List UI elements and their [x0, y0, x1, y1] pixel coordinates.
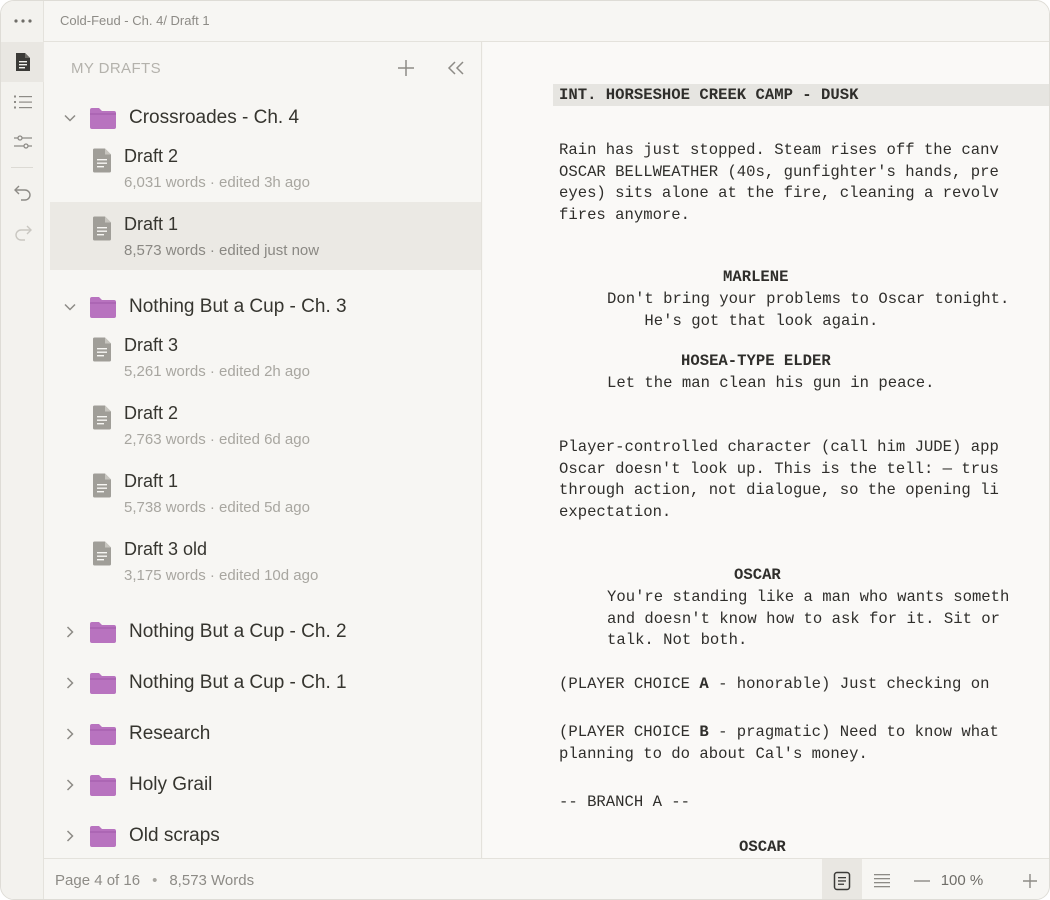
more-menu-icon[interactable]: [1, 1, 44, 41]
choice-b-text: - pragmatic) Need to know what: [708, 723, 999, 741]
folder-row[interactable]: Research: [44, 712, 481, 756]
document-icon: [92, 148, 112, 173]
draft-title: Draft 1: [124, 214, 179, 234]
dialogue-elder[interactable]: Let the man clean his gun in peace.: [607, 373, 935, 395]
scene-heading[interactable]: INT. HORSESHOE CREEK CAMP - DUSK: [553, 84, 1049, 106]
chevron-right-icon[interactable]: [62, 828, 78, 844]
document-icon: [92, 216, 112, 241]
player-choice-b[interactable]: (PLAYER CHOICE B - pragmatic) Need to kn…: [559, 722, 999, 744]
chevron-right-icon[interactable]: [62, 624, 78, 640]
action-block-2[interactable]: Player-controlled character (call him JU…: [559, 437, 999, 523]
branch-marker[interactable]: -- BRANCH A --: [559, 792, 690, 814]
draft-title: Draft 1: [124, 471, 179, 491]
page-indicator: Page 4 of 16: [55, 872, 141, 889]
folder-row[interactable]: Old scraps: [44, 814, 481, 858]
draft-title: Draft 2: [124, 403, 179, 423]
outline-list-icon[interactable]: [1, 82, 44, 122]
choice-b-letter: B: [699, 723, 709, 741]
zoom-level: 100 %: [940, 872, 984, 889]
dialogue-oscar-1[interactable]: You're standing like a man who wants som…: [607, 587, 1009, 652]
action-block-1[interactable]: Rain has just stopped. Steam rises off t…: [559, 140, 999, 226]
chevron-right-icon[interactable]: [62, 675, 78, 691]
status-bar: Page 4 of 16 • 8,573 Words 100 %: [44, 858, 1049, 899]
character-marlene[interactable]: MARLENE: [723, 267, 789, 289]
folder-icon: [89, 620, 117, 644]
folder-label: Nothing But a Cup - Ch. 2: [129, 621, 347, 642]
folder-icon: [89, 671, 117, 695]
app-window: Cold-Feud - Ch. 4/ Draft 1 MY DRAFTS Cro…: [0, 0, 1050, 900]
choice-b-prefix: (PLAYER CHOICE: [559, 723, 700, 741]
page-view-icon[interactable]: [822, 859, 862, 899]
drafts-sidebar: MY DRAFTS Crossroades - Ch. 4 Draft 2 6,03…: [44, 42, 482, 858]
status-info: Page 4 of 16 • 8,573 Words: [55, 872, 254, 889]
document-icon: [92, 473, 112, 498]
folder-icon: [89, 824, 117, 848]
collapse-sidebar-icon[interactable]: [444, 56, 468, 80]
draft-title: Draft 3 old: [124, 539, 208, 559]
word-count: 8,573 Words: [169, 872, 255, 889]
undo-icon[interactable]: [1, 172, 44, 212]
text-align-icon[interactable]: [862, 859, 902, 899]
left-rail: [1, 1, 44, 899]
draft-meta: 5,738 words · edited 5d ago: [124, 499, 310, 516]
draft-item[interactable]: Draft 1 8,573 words · edited just now: [50, 202, 481, 270]
folder-icon: [89, 106, 117, 130]
folder-row[interactable]: Holy Grail: [44, 763, 481, 807]
folder-label: Old scraps: [129, 825, 220, 846]
top-bar: Cold-Feud - Ch. 4/ Draft 1: [44, 1, 1049, 42]
chevron-right-icon[interactable]: [62, 726, 78, 742]
zoom-out-icon[interactable]: [902, 859, 942, 899]
draft-item[interactable]: Draft 2 6,031 words · edited 3h ago: [50, 134, 481, 202]
folder-icon: [89, 722, 117, 746]
folder-label: Holy Grail: [129, 774, 213, 795]
draft-item[interactable]: Draft 1 5,738 words · edited 5d ago: [50, 459, 481, 527]
folder-icon: [89, 773, 117, 797]
dialogue-marlene[interactable]: Don't bring your problems to Oscar tonig…: [607, 289, 1009, 332]
choice-a-prefix: (PLAYER CHOICE: [559, 675, 700, 693]
character-oscar-1[interactable]: OSCAR: [734, 565, 781, 587]
character-elder[interactable]: HOSEA-TYPE ELDER: [681, 351, 831, 373]
draft-title: Draft 2: [124, 146, 179, 166]
draft-item[interactable]: Draft 3 5,261 words · edited 2h ago: [50, 323, 481, 391]
folder-icon: [89, 295, 117, 319]
folder-row[interactable]: Nothing But a Cup - Ch. 2: [44, 610, 481, 654]
redo-icon[interactable]: [1, 212, 44, 252]
chevron-down-icon[interactable]: [62, 110, 78, 126]
document-icon: [92, 337, 112, 362]
draft-meta: 2,763 words · edited 6d ago: [124, 431, 310, 448]
folder-label: Research: [129, 723, 211, 744]
document-icon: [92, 405, 112, 430]
script-editor[interactable]: INT. HORSESHOE CREEK CAMP - DUSK Rain ha…: [483, 42, 1049, 858]
chevron-down-icon[interactable]: [62, 299, 78, 315]
chevron-right-icon[interactable]: [62, 777, 78, 793]
status-separator: •: [152, 872, 158, 889]
draft-meta: 6,031 words · edited 3h ago: [124, 174, 310, 191]
document-icon: [92, 541, 112, 566]
draft-meta: 3,175 words · edited 10d ago: [124, 567, 319, 584]
sidebar-title: MY DRAFTS: [71, 60, 161, 77]
character-oscar-2[interactable]: OSCAR: [739, 837, 786, 858]
zoom-in-icon[interactable]: [1010, 859, 1049, 899]
choice-a-text: - honorable) Just checking on: [708, 675, 990, 693]
folder-row[interactable]: Nothing But a Cup - Ch. 1: [44, 661, 481, 705]
draft-meta: 8,573 words · edited just now: [124, 242, 320, 259]
folder-label: Nothing But a Cup - Ch. 1: [129, 672, 347, 693]
draft-meta: 5,261 words · edited 2h ago: [124, 363, 310, 380]
breadcrumb[interactable]: Cold-Feud - Ch. 4/ Draft 1: [60, 13, 210, 28]
choice-a-letter: A: [699, 675, 709, 693]
draft-title: Draft 3: [124, 335, 179, 355]
player-choice-b-line2[interactable]: planning to do about Cal's money.: [559, 744, 868, 766]
player-choice-a[interactable]: (PLAYER CHOICE A - honorable) Just check…: [559, 674, 989, 696]
folder-label: Nothing But a Cup - Ch. 3: [129, 296, 347, 317]
folder-label: Crossroades - Ch. 4: [129, 107, 300, 128]
draft-item[interactable]: Draft 3 old 3,175 words · edited 10d ago: [50, 527, 481, 595]
draft-item[interactable]: Draft 2 2,763 words · edited 6d ago: [50, 391, 481, 459]
drafts-view-icon[interactable]: [1, 42, 44, 82]
add-draft-icon[interactable]: [394, 56, 418, 80]
rail-divider: [11, 167, 33, 168]
settings-sliders-icon[interactable]: [1, 122, 44, 162]
